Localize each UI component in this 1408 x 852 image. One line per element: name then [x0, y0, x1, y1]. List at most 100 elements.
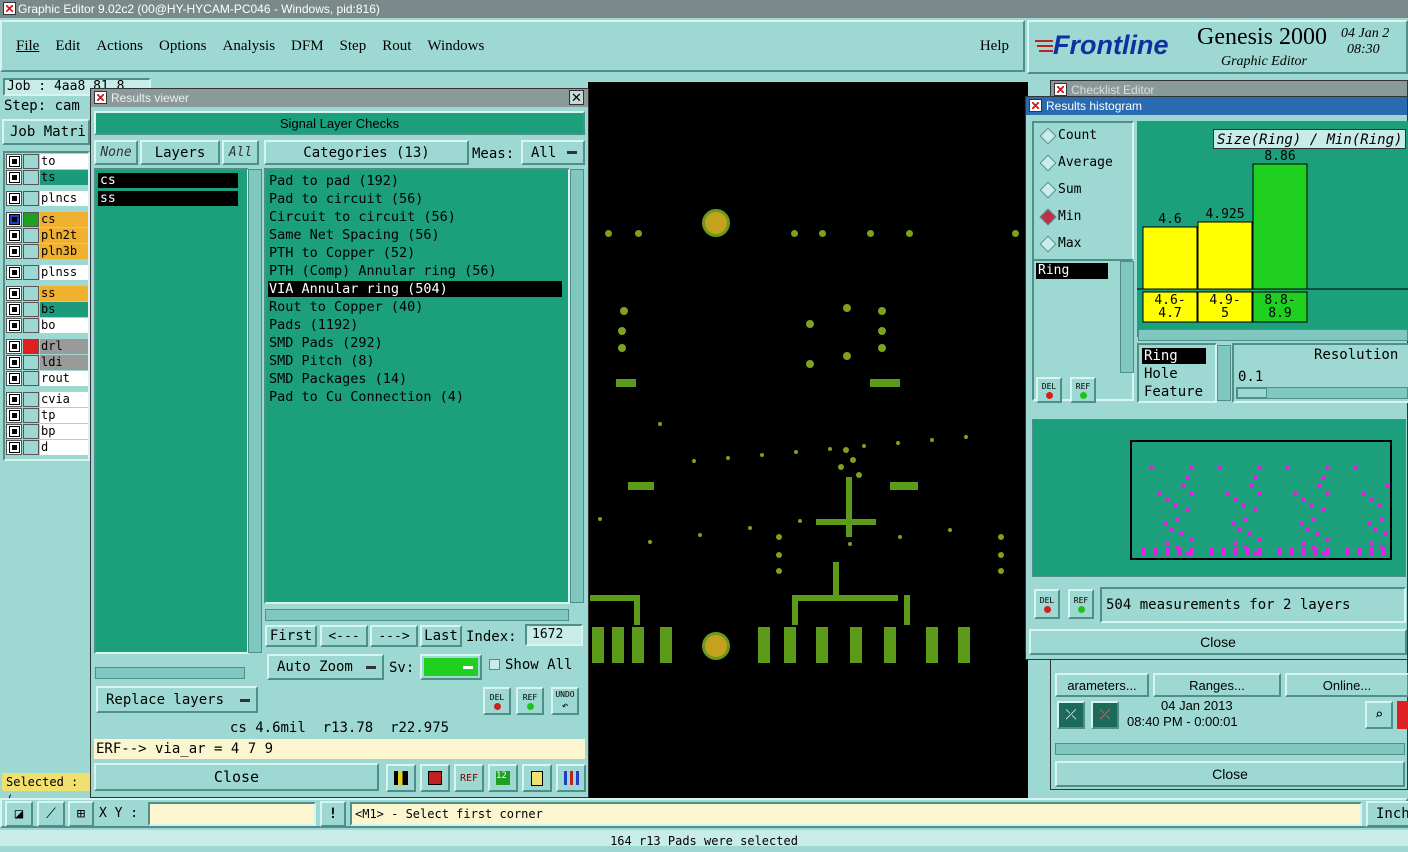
resolution-slider[interactable]	[1236, 387, 1408, 399]
layer-row-to[interactable]: to	[6, 154, 88, 169]
ranges-button[interactable]: Ranges...	[1153, 673, 1281, 697]
category-list-scrollbar[interactable]	[570, 169, 584, 603]
feature-list-item-feature[interactable]: Feature	[1144, 384, 1203, 400]
parameters-button[interactable]: arameters...	[1055, 673, 1149, 697]
radio-average[interactable]: Average	[1038, 152, 1133, 174]
category-item[interactable]: Pads (1192)	[268, 317, 562, 333]
layer-row-plncs[interactable]: plncs	[6, 191, 88, 206]
layer-checkbox[interactable]	[6, 392, 22, 407]
feature-list-item-hole[interactable]: Hole	[1144, 366, 1178, 382]
measure-button[interactable]: ⟋	[37, 801, 65, 827]
close-button[interactable]: Close	[94, 763, 379, 791]
radio-sum[interactable]: Sum	[1038, 179, 1133, 201]
layer-checkbox[interactable]	[6, 371, 22, 386]
layer-checkbox[interactable]	[6, 424, 22, 439]
layer-affect-toggle[interactable]	[23, 154, 39, 169]
checklist-tool-1[interactable]: ⤫	[1057, 701, 1085, 729]
tool-icon-3[interactable]: REF	[454, 764, 484, 792]
menu-edit[interactable]: Edit	[55, 38, 80, 55]
result-layer-item[interactable]: ss	[98, 191, 238, 206]
layer-checkbox[interactable]	[6, 244, 22, 259]
menu-actions[interactable]: Actions	[96, 38, 143, 55]
layer-checkbox[interactable]	[6, 170, 22, 185]
histogram-bar[interactable]	[1142, 226, 1198, 290]
units-button[interactable]: Inch	[1366, 801, 1408, 827]
show-all-checkbox[interactable]	[489, 659, 500, 670]
last-button[interactable]: Last	[420, 625, 462, 647]
feature-list-item-ring[interactable]: Ring	[1142, 348, 1206, 364]
close-window-button[interactable]: ✕	[569, 90, 584, 105]
category-item[interactable]: Rout to Copper (40)	[268, 299, 562, 315]
online-button[interactable]: Online...	[1285, 673, 1408, 697]
checklist-tool-2[interactable]: ⤫	[1091, 701, 1119, 729]
job-matrix-button[interactable]: Job Matri	[2, 119, 90, 145]
sv-color-dropdown[interactable]	[420, 654, 482, 680]
zoom-box-button[interactable]: ◪	[5, 801, 33, 827]
tool-icon-4[interactable]: 12	[488, 764, 518, 792]
graphics-canvas[interactable]	[588, 82, 1028, 798]
first-button[interactable]: First	[265, 625, 317, 647]
layer-affect-toggle[interactable]	[23, 318, 39, 333]
preview-ref-button[interactable]: REF	[1068, 589, 1094, 619]
hist-del-button[interactable]: DEL	[1036, 377, 1062, 403]
layer-row-d[interactable]: d	[6, 440, 88, 455]
layer-row-ts[interactable]: ts	[6, 170, 88, 185]
layer-row-bp[interactable]: bp	[6, 424, 88, 439]
layer-affect-toggle[interactable]	[23, 339, 39, 354]
histogram-close-button[interactable]: Close	[1029, 629, 1407, 655]
layer-row-ss[interactable]: ss	[6, 286, 88, 301]
layer-row-bs[interactable]: bs	[6, 302, 88, 317]
histogram-bar[interactable]	[1197, 221, 1253, 290]
menu-step[interactable]: Step	[340, 38, 367, 55]
undo-button[interactable]: UNDO ↶	[551, 687, 579, 715]
categories-button[interactable]: Categories (13)	[264, 140, 469, 165]
feature-list-scrollbar[interactable]	[1217, 345, 1231, 401]
menu-help[interactable]: Help	[980, 38, 1009, 55]
layer-list-scrollbar[interactable]	[248, 169, 262, 653]
layer-affect-toggle[interactable]	[23, 355, 39, 370]
layer-row-ldi[interactable]: ldi	[6, 355, 88, 370]
auto-zoom-dropdown[interactable]: Auto Zoom	[267, 654, 384, 680]
ref-button[interactable]: REF	[516, 687, 544, 715]
menu-options[interactable]: Options	[159, 38, 207, 55]
menu-dfm[interactable]: DFM	[291, 38, 324, 55]
category-item[interactable]: Pad to Cu Connection (4)	[268, 389, 562, 405]
result-layer-item[interactable]: cs	[98, 173, 238, 188]
layer-affect-toggle[interactable]	[23, 170, 39, 185]
category-list-hscrollbar[interactable]	[265, 609, 569, 621]
checklist-close-button[interactable]: Close	[1055, 761, 1405, 787]
tool-icon-2[interactable]	[420, 764, 450, 792]
category-item[interactable]: Pad to circuit (56)	[268, 191, 562, 207]
category-item[interactable]: SMD Pitch (8)	[268, 353, 562, 369]
layer-affect-toggle[interactable]	[23, 212, 39, 227]
layer-checkbox[interactable]	[6, 440, 22, 455]
layer-checkbox[interactable]	[6, 191, 22, 206]
meas-dropdown[interactable]: All	[521, 140, 585, 165]
layers-button[interactable]: Layers	[140, 140, 220, 165]
category-item[interactable]: Circuit to circuit (56)	[268, 209, 562, 225]
layer-row-cs[interactable]: cs	[6, 212, 88, 227]
layer-checkbox[interactable]	[6, 286, 22, 301]
layer-row-tp[interactable]: tp	[6, 408, 88, 423]
layer-row-drl[interactable]: drl	[6, 339, 88, 354]
layer-affect-toggle[interactable]	[23, 286, 39, 301]
zoom-button[interactable]: ⌕	[1365, 701, 1393, 729]
preview-del-button[interactable]: DEL	[1034, 589, 1060, 619]
replace-layers-dropdown[interactable]: Replace layers	[96, 686, 258, 713]
layer-row-cvia[interactable]: cvia	[6, 392, 88, 407]
slider-handle[interactable]	[1237, 388, 1267, 398]
radio-count[interactable]: Count	[1038, 125, 1133, 147]
category-item[interactable]: SMD Packages (14)	[268, 371, 562, 387]
layer-affect-toggle[interactable]	[23, 228, 39, 243]
tool-icon-5[interactable]	[522, 764, 552, 792]
layer-affect-toggle[interactable]	[23, 244, 39, 259]
layer-row-rout[interactable]: rout	[6, 371, 88, 386]
menu-rout[interactable]: Rout	[382, 38, 411, 55]
menu-file[interactable]: File	[16, 38, 39, 55]
hist-ref-button[interactable]: REF	[1070, 377, 1096, 403]
prev-button[interactable]: <---	[320, 625, 368, 647]
radio-max[interactable]: Max	[1038, 233, 1133, 255]
layer-checkbox[interactable]	[6, 408, 22, 423]
del-button[interactable]: DEL	[483, 687, 511, 715]
info-button[interactable]: !	[320, 801, 346, 827]
